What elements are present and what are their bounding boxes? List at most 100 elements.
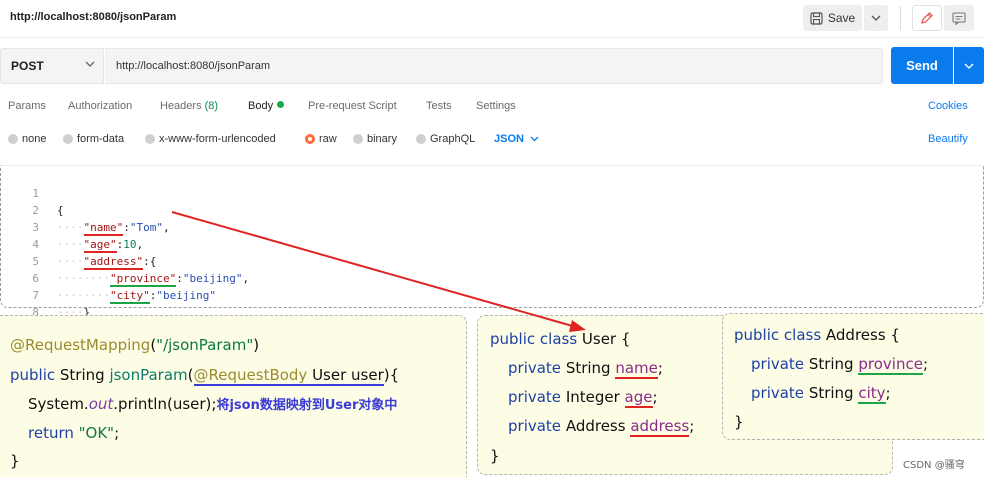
radio-label: binary bbox=[367, 133, 397, 145]
radio-dot-selected bbox=[305, 134, 315, 144]
chevron-down-icon bbox=[871, 15, 881, 21]
save-icon bbox=[810, 11, 823, 25]
cookies-link[interactable]: Cookies bbox=[928, 100, 968, 112]
code-line: public class User { bbox=[490, 330, 630, 348]
field-name: city bbox=[858, 384, 886, 404]
code-punct: ; bbox=[652, 388, 658, 406]
code-line: } bbox=[734, 413, 744, 431]
code-punct: ){ bbox=[383, 366, 400, 384]
chevron-down-icon bbox=[85, 61, 95, 67]
request-tab-title[interactable]: http://localhost:8080/jsonParam bbox=[10, 11, 176, 23]
radio-binary[interactable]: binary bbox=[353, 133, 397, 145]
comments-button[interactable] bbox=[944, 5, 974, 31]
return-type: String bbox=[55, 366, 110, 384]
field-name: age bbox=[624, 388, 653, 408]
send-button[interactable]: Send bbox=[891, 47, 953, 84]
comment-icon bbox=[952, 11, 966, 25]
code-line: private String name; bbox=[508, 359, 663, 379]
code-line: 4 ····"address":{ bbox=[1, 219, 984, 270]
code-line: return "OK"; bbox=[28, 424, 119, 442]
url-input[interactable]: http://localhost:8080/jsonParam bbox=[105, 48, 883, 84]
code-line: 7 ····} bbox=[1, 270, 984, 319]
class-name: User { bbox=[577, 330, 631, 348]
code-line: private Integer age; bbox=[508, 388, 658, 408]
body-editor[interactable]: 1 { 2 ····"name":"Tom", 3 ····"age":10, … bbox=[0, 165, 984, 336]
tab-headers-label: Headers bbox=[160, 100, 202, 112]
radio-graphql[interactable]: GraphQL bbox=[416, 133, 475, 145]
tab-params[interactable]: Params bbox=[8, 100, 46, 112]
annotation-note: 将json数据映射到User对象中 bbox=[216, 398, 398, 413]
save-options-button[interactable] bbox=[864, 5, 888, 31]
field-type: Address bbox=[561, 417, 631, 435]
format-value: JSON bbox=[494, 133, 524, 145]
tab-body[interactable]: Body bbox=[248, 100, 285, 112]
code-field: out bbox=[88, 395, 114, 413]
field-name: address bbox=[630, 417, 690, 437]
radio-label: x-www-form-urlencoded bbox=[159, 133, 276, 145]
radio-dot bbox=[353, 134, 363, 144]
radio-dot bbox=[8, 134, 18, 144]
method-name: jsonParam bbox=[109, 366, 188, 384]
tab-body-label: Body bbox=[248, 100, 274, 112]
keyword: private bbox=[508, 388, 562, 406]
method-select[interactable]: POST bbox=[0, 48, 104, 84]
code-line: 2 ····"name":"Tom", bbox=[1, 185, 984, 236]
tab-headers[interactable]: Headers (8) bbox=[160, 100, 218, 112]
keyword: public bbox=[10, 366, 56, 384]
code-line: System.out.println(user);将json数据映射到User对… bbox=[28, 394, 397, 413]
keyword: private bbox=[751, 355, 805, 373]
class-name: Address { bbox=[821, 326, 900, 344]
format-select[interactable]: JSON bbox=[494, 133, 539, 145]
tab-prerequest-script[interactable]: Pre-request Script bbox=[308, 100, 397, 112]
save-button[interactable]: Save bbox=[803, 5, 862, 31]
code-line: } bbox=[10, 452, 20, 470]
send-options-button[interactable] bbox=[954, 47, 984, 84]
tab-tests[interactable]: Tests bbox=[426, 100, 452, 112]
radio-raw[interactable]: raw bbox=[305, 133, 337, 145]
radio-none[interactable]: none bbox=[8, 133, 46, 145]
code-line: 6 ········"city":"beijing" bbox=[1, 253, 984, 304]
code-line: private String city; bbox=[751, 384, 891, 404]
radio-dot bbox=[63, 134, 73, 144]
field-type: Integer bbox=[561, 388, 625, 406]
code-line: 3 ····"age":10, bbox=[1, 202, 984, 253]
field-type: String bbox=[804, 355, 859, 373]
address-class-box: public class Address { private String pr… bbox=[722, 313, 984, 440]
tab-settings[interactable]: Settings bbox=[476, 100, 516, 112]
edit-button[interactable] bbox=[912, 5, 942, 31]
code-punct: ; bbox=[657, 359, 663, 377]
method-value: POST bbox=[11, 59, 44, 73]
url-value: http://localhost:8080/jsonParam bbox=[116, 60, 271, 72]
mapping-path: "/jsonParam" bbox=[156, 336, 254, 354]
field-name: name bbox=[615, 359, 658, 379]
code-punct: ; bbox=[885, 384, 891, 402]
title-bar: http://localhost:8080/jsonParam Save bbox=[0, 0, 984, 38]
radio-dot bbox=[145, 134, 155, 144]
beautify-link[interactable]: Beautify bbox=[928, 133, 968, 145]
tab-authorization[interactable]: Authorization bbox=[68, 100, 132, 112]
code-line: public class Address { bbox=[734, 326, 900, 344]
keyword: public class bbox=[734, 326, 822, 344]
code-punct: ) bbox=[253, 336, 260, 354]
radio-dot bbox=[416, 134, 426, 144]
radio-label: raw bbox=[319, 133, 337, 145]
code-line: @RequestMapping("/jsonParam") bbox=[10, 336, 259, 354]
keyword: private bbox=[508, 359, 562, 377]
code-line: 8 } bbox=[1, 287, 984, 336]
headers-count-badge: (8) bbox=[204, 100, 219, 112]
field-type: String bbox=[561, 359, 616, 377]
radio-label: none bbox=[22, 133, 47, 145]
keyword: return bbox=[28, 424, 74, 442]
radio-form-data[interactable]: form-data bbox=[63, 133, 124, 145]
field-type: String bbox=[804, 384, 859, 402]
return-value: "OK" bbox=[73, 424, 115, 442]
method-param: User user bbox=[307, 366, 384, 384]
code-line: public String jsonParam(@RequestBody Use… bbox=[10, 366, 400, 386]
code-punct: ; bbox=[689, 417, 695, 435]
code-text: System. bbox=[28, 395, 89, 413]
code-line: private String province; bbox=[751, 355, 928, 375]
code-punct: ; bbox=[922, 355, 928, 373]
code-text: .println(user); bbox=[113, 395, 217, 413]
radio-urlencoded[interactable]: x-www-form-urlencoded bbox=[145, 133, 276, 145]
chevron-down-icon bbox=[964, 63, 974, 69]
